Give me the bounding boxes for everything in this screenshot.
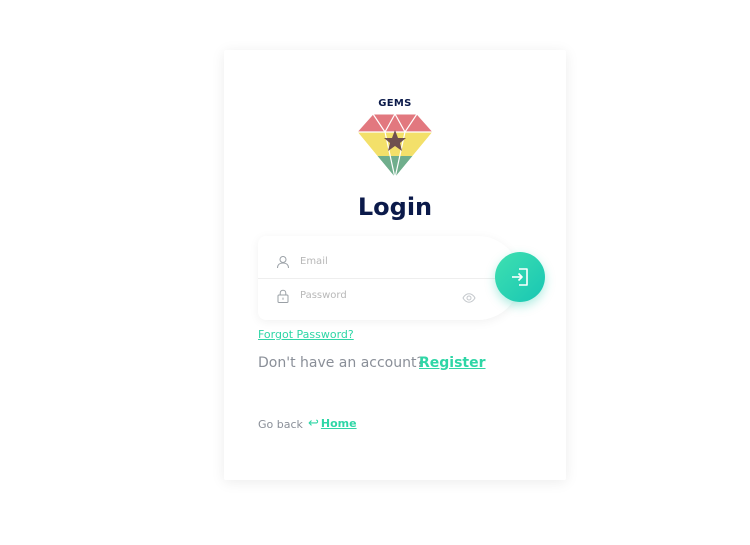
no-account-text: Don't have an account?: [258, 355, 424, 371]
password-field-row: [258, 278, 498, 312]
home-link-label: Home: [320, 417, 357, 430]
email-input[interactable]: [300, 255, 460, 267]
eye-icon[interactable]: [462, 289, 476, 303]
password-input[interactable]: [300, 289, 460, 301]
return-arrow-icon: ↩: [308, 416, 319, 431]
lock-icon: [276, 288, 290, 303]
gems-logo: GEMS: [356, 98, 434, 180]
login-submit-button[interactable]: [495, 252, 545, 302]
home-link[interactable]: ↩ Home: [308, 416, 357, 431]
login-icon: [512, 268, 528, 286]
diamond-logo-icon: [357, 112, 433, 178]
email-field-row: [258, 244, 498, 279]
forgot-password-link[interactable]: Forgot Password?: [258, 328, 354, 341]
register-link[interactable]: Register: [419, 355, 486, 371]
login-card: GEMS Login Email Forgot Password? Don't …: [224, 50, 566, 480]
go-back-text: Go back: [258, 418, 303, 431]
logo-text: GEMS: [378, 98, 412, 109]
user-icon: [276, 254, 290, 269]
page-title: Login: [357, 193, 433, 221]
login-form: [258, 236, 520, 320]
